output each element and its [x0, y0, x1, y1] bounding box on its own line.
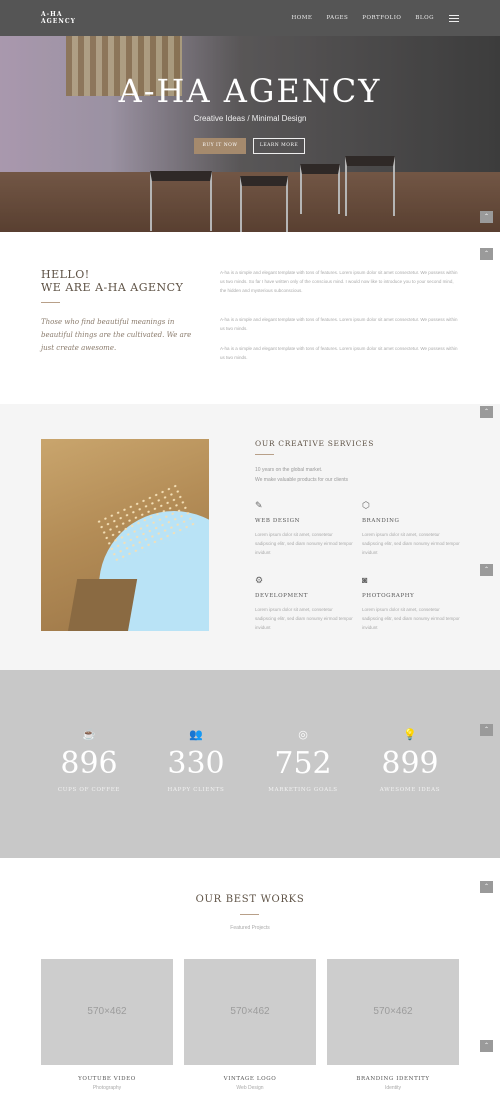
- cube-icon: ⬡: [362, 500, 370, 510]
- logo-line-2[interactable]: AGENCY: [41, 18, 76, 25]
- nav-item-portfolio[interactable]: PORTFOLIO: [362, 15, 401, 21]
- service-description: Lorem ipsum dolor sit amet, consetetur s…: [255, 607, 353, 630]
- services-title: OUR CREATIVE SERVICES: [255, 439, 375, 448]
- chevron-up-icon[interactable]: ⌃: [480, 724, 493, 736]
- chevron-up-icon[interactable]: ⌃: [480, 1040, 493, 1052]
- services-section: OUR CREATIVE SERVICES 10 years on the gl…: [0, 404, 500, 670]
- portfolio-item-name[interactable]: VINTAGE LOGO: [184, 1076, 316, 1082]
- learn-more-button[interactable]: LEARN MORE: [253, 138, 305, 154]
- services-intro-line: We make valuable products for our client…: [255, 477, 349, 483]
- about-paragraph: A-ha is a simple and elegant template wi…: [220, 317, 458, 331]
- hamburger-menu-icon[interactable]: [449, 13, 459, 22]
- counter-coffee: ☕ 896 CUPS OF COFFEE: [34, 728, 144, 793]
- service-description: Lorem ipsum dolor sit amet, consetetur s…: [362, 532, 460, 555]
- service-branding: ⬡ BRANDING Lorem ipsum dolor sit amet, c…: [362, 500, 462, 557]
- service-development: ⚙ DEVELOPMENT Lorem ipsum dolor sit amet…: [255, 575, 355, 632]
- hero-section: A-HA AGENCY Creative Ideas / Minimal Des…: [0, 36, 500, 232]
- service-name: PHOTOGRAPHY: [362, 593, 415, 599]
- logo[interactable]: A-HA AGENCY: [41, 11, 76, 25]
- service-name: DEVELOPMENT: [255, 593, 309, 599]
- portfolio-item[interactable]: 570×462 VINTAGE LOGO Web Design: [184, 959, 316, 1091]
- counter-value: 896: [60, 746, 118, 781]
- counter-label: MARKETING GOALS: [268, 787, 338, 793]
- counter-label: CUPS OF COFFEE: [57, 787, 121, 793]
- portfolio-item-name[interactable]: YOUTUBE VIDEO: [41, 1076, 173, 1082]
- coffee-cup-icon: ☕: [82, 729, 96, 741]
- service-web-design: ✎ WEB DESIGN Lorem ipsum dolor sit amet,…: [255, 500, 355, 557]
- lightbulb-icon: 💡: [403, 729, 417, 741]
- works-title: OUR BEST WORKS: [195, 894, 305, 905]
- nav-menu: HOME PAGES PORTFOLIO BLOG: [291, 15, 434, 21]
- portfolio-thumbnail[interactable]: 570×462: [327, 959, 459, 1065]
- services-intro-line: 10 years on the global market.: [255, 467, 323, 473]
- gear-icon: ⚙: [255, 575, 264, 585]
- pen-nib-icon: ✎: [255, 500, 263, 510]
- portfolio-item-category: Web Design: [236, 1085, 264, 1091]
- buy-it-now-button[interactable]: BUY IT NOW: [194, 138, 246, 154]
- about-section: HELLO! WE ARE A-HA AGENCY Those who find…: [0, 232, 500, 404]
- counter-clients: 👥 330 HAPPY CLIENTS: [141, 728, 251, 793]
- chevron-up-icon[interactable]: ⌃: [480, 406, 493, 418]
- hero-subtitle: Creative Ideas / Minimal Design: [193, 114, 307, 123]
- logo-line-1[interactable]: A-HA: [41, 11, 76, 18]
- nav-item-home[interactable]: HOME: [291, 15, 312, 21]
- counters-section: ☕ 896 CUPS OF COFFEE 👥 330 HAPPY CLIENTS…: [0, 670, 500, 858]
- about-tagline: Those who find beautiful meanings in bea…: [41, 318, 192, 352]
- counter-value: 330: [167, 746, 225, 781]
- counter-value: 752: [274, 746, 332, 781]
- about-paragraph: A-ha is a simple and elegant template wi…: [220, 346, 458, 360]
- about-heading-line-1: HELLO!: [41, 268, 90, 281]
- divider: [240, 914, 259, 915]
- portfolio-thumbnail[interactable]: 570×462: [41, 959, 173, 1065]
- portfolio-item-category: Identity: [384, 1085, 402, 1091]
- counter-ideas: 💡 899 AWESOME IDEAS: [355, 728, 465, 793]
- services-architecture-image: [41, 439, 209, 631]
- nav-item-pages[interactable]: PAGES: [326, 15, 348, 21]
- works-subtitle: Featured Projects: [230, 925, 270, 931]
- service-name: BRANDING: [362, 518, 400, 524]
- top-nav: A-HA AGENCY HOME PAGES PORTFOLIO BLOG: [0, 0, 500, 36]
- about-heading-line-2: WE ARE A-HA AGENCY: [41, 281, 184, 294]
- chevron-up-icon[interactable]: ⌃: [480, 248, 493, 260]
- service-description: Lorem ipsum dolor sit amet, consetetur s…: [362, 607, 460, 630]
- hero-title: A-HA AGENCY: [118, 72, 382, 110]
- divider: [255, 454, 274, 455]
- about-paragraph: A-ha is a simple and elegant template wi…: [220, 270, 458, 293]
- portfolio-item-category: Photography: [92, 1085, 122, 1091]
- works-section: OUR BEST WORKS Featured Projects 570×462…: [0, 858, 500, 1100]
- chevron-up-icon[interactable]: ⌃: [480, 881, 493, 893]
- counter-label: AWESOME IDEAS: [379, 787, 441, 793]
- divider: [41, 302, 60, 303]
- counter-value: 899: [381, 746, 439, 781]
- portfolio-item[interactable]: 570×462 BRANDING IDENTITY Identity: [327, 959, 459, 1091]
- counter-label: HAPPY CLIENTS: [167, 787, 225, 793]
- about-heading: HELLO! WE ARE A-HA AGENCY: [41, 268, 183, 294]
- nav-item-blog[interactable]: BLOG: [415, 15, 434, 21]
- camera-icon: ◙: [362, 575, 368, 585]
- service-name: WEB DESIGN: [255, 518, 301, 524]
- users-icon: 👥: [189, 729, 203, 741]
- target-icon: ◎: [298, 729, 308, 741]
- chevron-up-icon[interactable]: ⌃: [480, 564, 493, 576]
- portfolio-item[interactable]: 570×462 YOUTUBE VIDEO Photography: [41, 959, 173, 1091]
- service-photography: ◙ PHOTOGRAPHY Lorem ipsum dolor sit amet…: [362, 575, 462, 632]
- chevron-up-icon[interactable]: ⌃: [480, 211, 493, 223]
- portfolio-thumbnail[interactable]: 570×462: [184, 959, 316, 1065]
- counter-goals: ◎ 752 MARKETING GOALS: [248, 728, 358, 793]
- service-description: Lorem ipsum dolor sit amet, consetetur s…: [255, 532, 353, 555]
- portfolio-item-name[interactable]: BRANDING IDENTITY: [327, 1076, 459, 1082]
